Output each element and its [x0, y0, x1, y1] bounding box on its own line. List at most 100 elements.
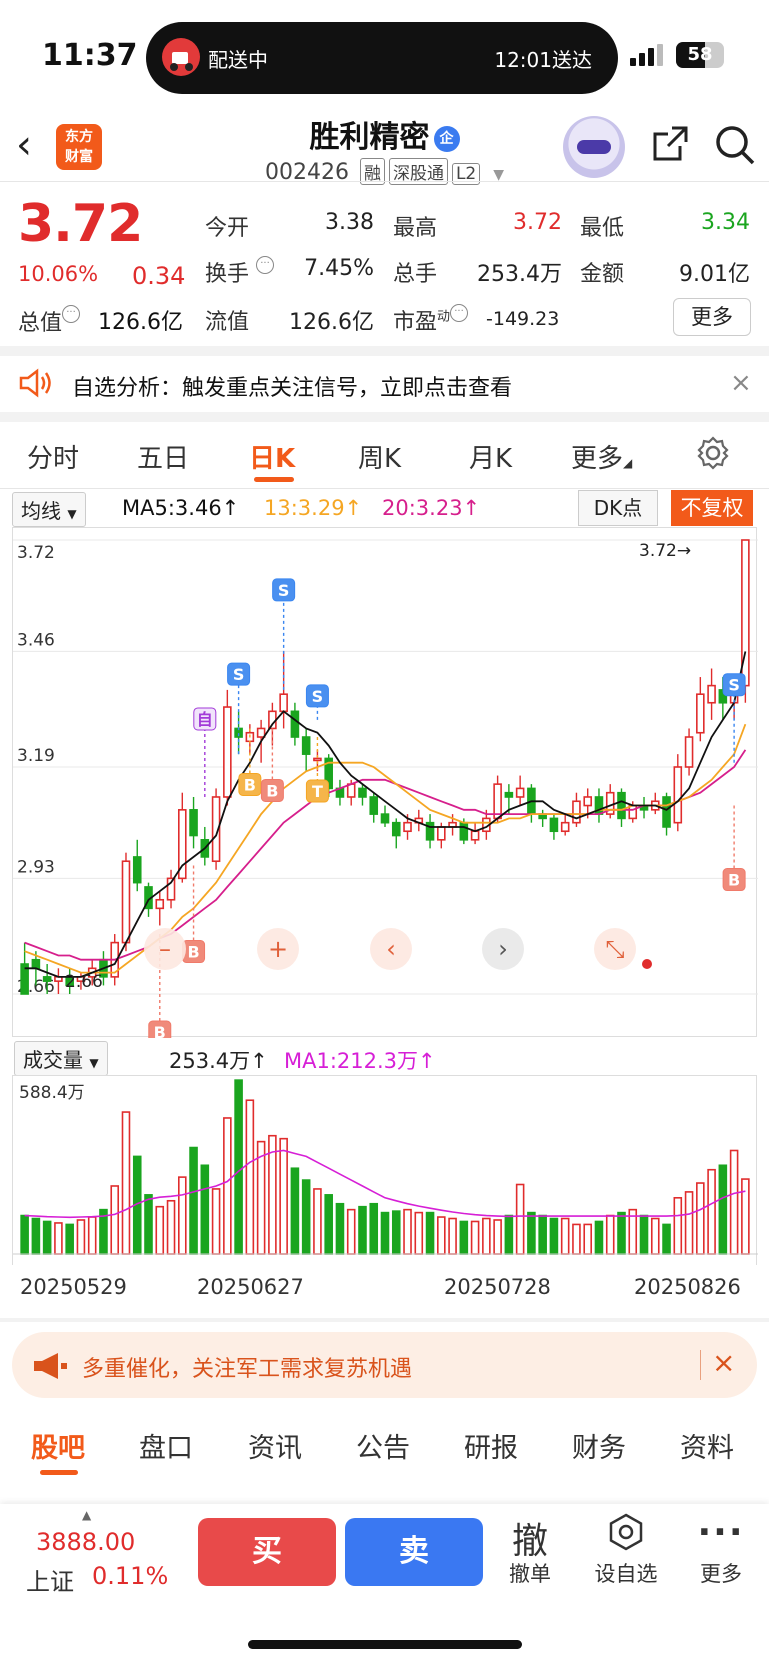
delivery-status: 配送中	[208, 48, 268, 72]
candle-body	[403, 821, 412, 833]
search-icon[interactable]	[714, 124, 756, 166]
kline-chart[interactable]: 3.72 3.46 3.19 2.93 2.66 3.72→ 2.66 S B B S S B B T S B 自…	[12, 527, 758, 1044]
candle-body	[290, 710, 300, 738]
tab-daily-k[interactable]: 日K	[249, 438, 295, 475]
volume-bar	[335, 1202, 345, 1255]
t-signal-label: T	[312, 782, 323, 801]
candle-body	[346, 783, 356, 798]
volume-chart[interactable]: 588.4万	[12, 1075, 758, 1265]
more-actions-button[interactable]: ··· 更多	[681, 1512, 761, 1588]
volume-bar	[718, 1164, 728, 1255]
volume-bar	[166, 1199, 176, 1255]
candle-body	[628, 804, 638, 820]
megaphone-icon	[34, 1353, 67, 1379]
candle-body	[707, 684, 716, 704]
volume-value: 253.4万	[477, 262, 562, 287]
volume-bar	[223, 1117, 232, 1255]
bottom-tab-underline	[40, 1470, 78, 1475]
pe-label: 市盈动 ···	[393, 304, 469, 336]
volume-bar	[741, 1178, 750, 1255]
dynamic-island-delivery[interactable]: 配送中 12:01送达	[146, 22, 618, 94]
ai-assistant-avatar[interactable]	[563, 116, 625, 178]
volume-bar	[696, 1182, 705, 1255]
no-adjust-button[interactable]: 不复权	[671, 490, 753, 526]
analysis-alert[interactable]: 自选分析：触发重点关注信号，立即点击查看 ×	[0, 356, 769, 412]
volume-bar	[459, 1220, 469, 1255]
tab-research[interactable]: 研报	[464, 1426, 518, 1465]
low-label: 最低	[580, 216, 625, 241]
candle-body	[358, 787, 367, 798]
buy-button[interactable]: 买	[198, 1518, 336, 1586]
tab-five-day[interactable]: 五日	[137, 438, 189, 475]
x-tick: 20250826	[634, 1275, 741, 1299]
more-quote-button[interactable]: 更多	[673, 298, 751, 336]
volume-bar	[110, 1185, 120, 1255]
candle-body	[437, 826, 446, 841]
alert-text: 自选分析：触发重点关注信号，立即点击查看	[72, 376, 513, 401]
add-watchlist-button[interactable]: 设自选	[586, 1512, 666, 1588]
tab-monthly-k[interactable]: 月K	[469, 438, 512, 475]
x-tick: 20250728	[444, 1275, 551, 1299]
gear-icon[interactable]	[696, 436, 730, 470]
candle-body	[617, 791, 626, 820]
volume-bar	[425, 1211, 435, 1255]
tab-news[interactable]: 资讯	[248, 1426, 302, 1465]
close-icon[interactable]: ×	[712, 1346, 735, 1379]
expand-caret-icon[interactable]: ▲	[82, 1508, 91, 1522]
candle-body	[673, 766, 683, 824]
candle-body	[268, 710, 277, 730]
zoom-button-label: +	[268, 935, 288, 963]
volume-bar	[42, 1220, 52, 1255]
info-icon[interactable]: ···	[450, 304, 469, 322]
index-name: 上证	[26, 1568, 74, 1596]
volume-bar	[346, 1208, 356, 1255]
index-value[interactable]: 3888.00	[36, 1528, 135, 1556]
status-time: 11:37	[42, 38, 138, 73]
sell-button[interactable]: 卖	[345, 1518, 483, 1586]
mktcap-label: 总值 ···	[18, 305, 81, 337]
banner-text: 多重催化，关注军工需求复苏机遇	[82, 1357, 413, 1382]
tab-announcements[interactable]: 公告	[356, 1426, 410, 1465]
t-signal-label: B	[244, 775, 256, 794]
info-icon[interactable]: ···	[62, 305, 81, 323]
volume-bar	[470, 1220, 480, 1255]
candle-body	[301, 736, 311, 755]
tab-finance[interactable]: 财务	[572, 1426, 626, 1465]
volume-bar	[290, 1167, 300, 1255]
tab-profile[interactable]: 资料	[680, 1426, 734, 1465]
volume-bar	[684, 1191, 694, 1255]
volume-ma-line	[24, 1149, 746, 1219]
volume-bar	[87, 1216, 97, 1255]
tab-intraday[interactable]: 分时	[27, 438, 79, 475]
volume-bar	[504, 1214, 514, 1255]
candle-body	[121, 860, 131, 944]
cancel-order-button[interactable]: 撤撤单	[490, 1512, 570, 1588]
header-divider	[0, 181, 769, 182]
promo-banner[interactable]: 多重催化，关注军工需求复苏机遇 ×	[12, 1332, 757, 1398]
float-value: 126.6亿	[289, 310, 374, 335]
tab-weekly-k[interactable]: 周K	[358, 438, 401, 475]
candle-body	[380, 813, 390, 824]
tab-more[interactable]: 更多◢	[571, 438, 632, 475]
ma-select[interactable]: 均线 ▼	[12, 492, 86, 527]
tab-forum[interactable]: 股吧	[31, 1426, 85, 1465]
volume-bar	[54, 1222, 63, 1255]
dk-point-button[interactable]: DK点	[578, 490, 658, 526]
volume-bar	[572, 1223, 581, 1255]
turnover-label: 换手 ···	[205, 256, 275, 288]
share-icon[interactable]	[650, 124, 690, 164]
candle-body	[549, 817, 559, 833]
close-icon[interactable]: ×	[730, 368, 752, 398]
volume-bar	[189, 1146, 198, 1255]
candle-body	[223, 706, 232, 798]
cancel-icon: 撤	[511, 1521, 548, 1562]
y-axis-label: 3.19	[17, 746, 55, 766]
buy-signal-label: B	[266, 781, 278, 800]
tab-orderbook[interactable]: 盘口	[139, 1426, 193, 1465]
banner-divider	[700, 1350, 701, 1380]
volume-bar	[20, 1214, 29, 1255]
volume-bar	[493, 1219, 502, 1255]
volume-bar	[707, 1168, 716, 1255]
volume-select[interactable]: 成交量 ▼	[14, 1041, 108, 1076]
info-icon[interactable]: ···	[256, 256, 275, 274]
